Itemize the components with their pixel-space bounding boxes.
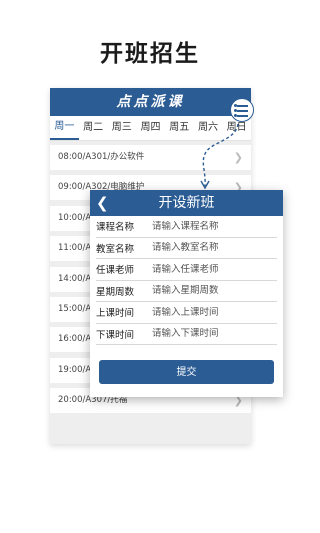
classroom-input[interactable] xyxy=(152,242,277,254)
field-label: 任课老师 xyxy=(96,265,135,277)
form-row-start-time: 上课时间 xyxy=(96,302,277,324)
weekday-input[interactable] xyxy=(152,285,277,297)
form-row-weekday: 星期周数 xyxy=(96,281,277,302)
dialog-title: 开设新班 xyxy=(158,195,215,211)
field-label: 星期周数 xyxy=(96,286,135,298)
form-row-classroom: 教室名称 xyxy=(96,238,277,259)
new-class-dialog: ❮ 开设新班 课程名称 教室名称 任课老师 星期周数 上课时间 下课时间 提交 xyxy=(90,190,283,397)
form-row-end-time: 下课时间 xyxy=(96,324,277,345)
submit-button[interactable]: 提交 xyxy=(99,360,274,384)
field-label: 教室名称 xyxy=(96,243,135,255)
chevron-left-icon[interactable]: ❮ xyxy=(96,190,109,216)
dialog-header: ❮ 开设新班 xyxy=(90,190,283,216)
teacher-input[interactable] xyxy=(152,263,277,275)
course-name-input[interactable] xyxy=(152,220,277,232)
field-label: 课程名称 xyxy=(96,222,135,234)
menu-list-icon[interactable] xyxy=(230,98,254,122)
field-label: 下课时间 xyxy=(96,329,135,341)
form-row-teacher: 任课老师 xyxy=(96,259,277,281)
end-time-input[interactable] xyxy=(152,328,277,340)
form-row-course-name: 课程名称 xyxy=(96,216,277,238)
start-time-input[interactable] xyxy=(152,306,277,318)
field-label: 上课时间 xyxy=(96,308,135,320)
